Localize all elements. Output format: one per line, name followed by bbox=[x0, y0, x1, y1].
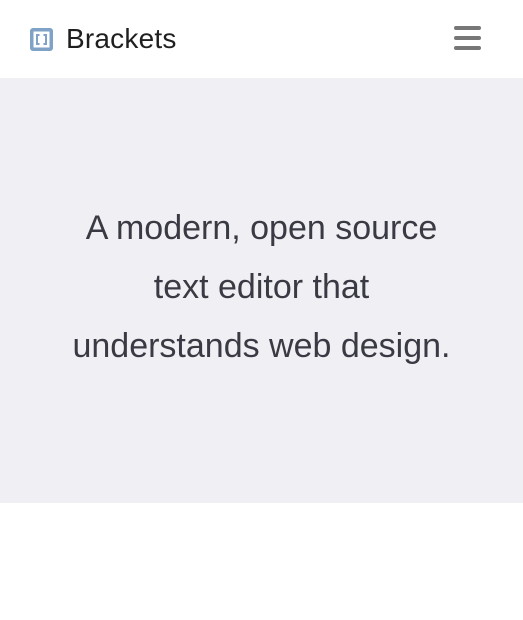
hero-tagline: A modern, open source text editor that u… bbox=[72, 209, 451, 365]
hero-section: A modern, open source text editor that u… bbox=[0, 78, 523, 503]
brand-home-link[interactable]: Brackets bbox=[29, 21, 177, 57]
top-nav-bar: Brackets bbox=[0, 0, 523, 78]
menu-bar-top bbox=[454, 26, 481, 30]
brand-name: Brackets bbox=[66, 23, 177, 54]
content-area bbox=[0, 503, 523, 620]
brackets-logo-icon bbox=[29, 27, 54, 52]
menu-bar-middle bbox=[454, 36, 481, 40]
menu-bar-bottom bbox=[454, 46, 481, 50]
menu-toggle-button[interactable] bbox=[450, 22, 484, 56]
